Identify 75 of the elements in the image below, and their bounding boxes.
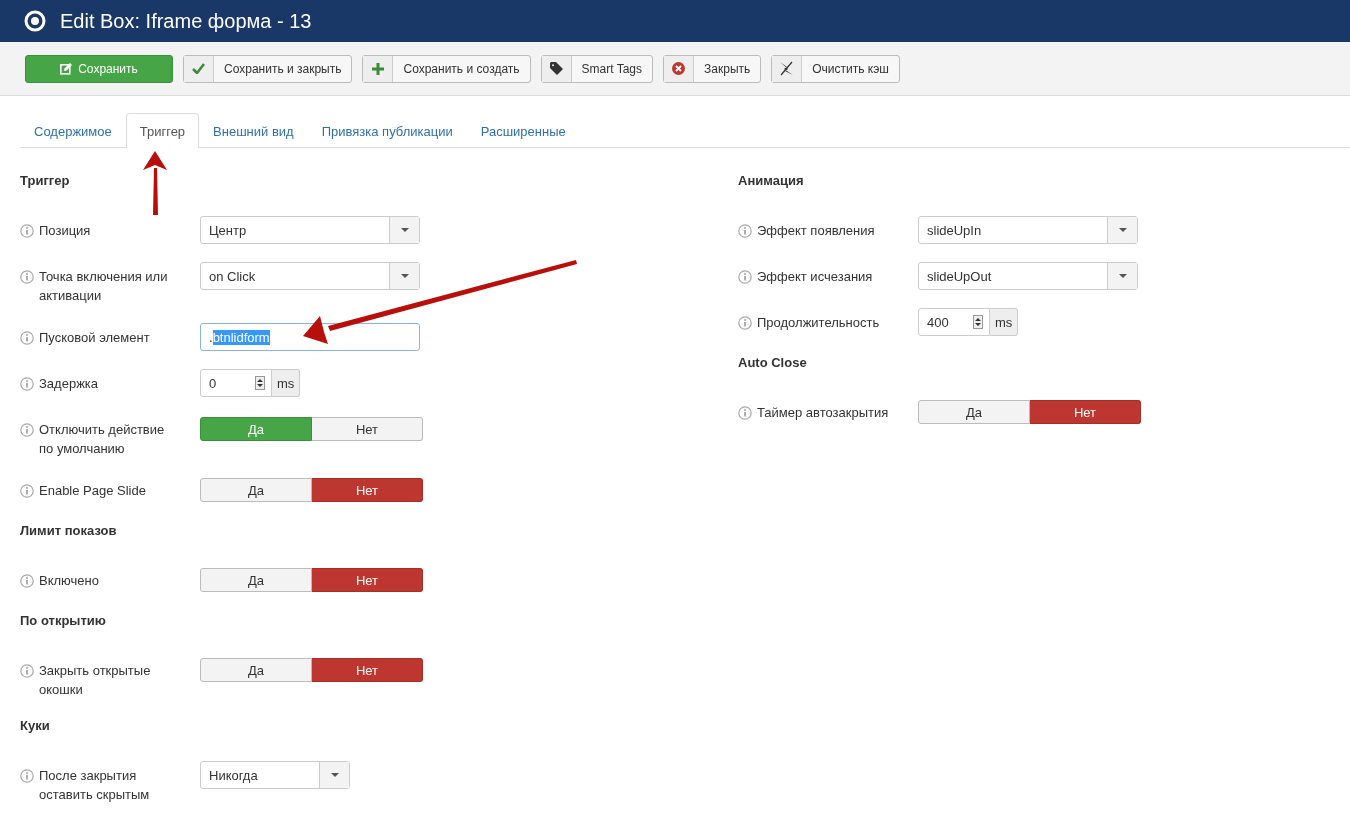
toggle-option[interactable]: Нет bbox=[312, 478, 423, 502]
field-label: Эффект появления bbox=[757, 222, 876, 240]
dropdown[interactable]: on Click bbox=[200, 262, 420, 290]
dropdown[interactable]: Центр bbox=[200, 216, 420, 244]
annotation-arrow bbox=[143, 151, 167, 215]
info-icon bbox=[20, 483, 34, 498]
info-icon bbox=[20, 573, 34, 588]
check-icon bbox=[192, 63, 205, 74]
field-label: Позиция bbox=[39, 222, 92, 240]
unit-label: ms bbox=[272, 369, 301, 397]
section-heading: Auto Close bbox=[738, 354, 808, 372]
field-label: Таймер автозакрытия bbox=[757, 404, 890, 422]
plus-icon bbox=[372, 62, 384, 75]
toggle-option[interactable]: Да bbox=[200, 568, 312, 592]
section-heading: Триггер bbox=[20, 172, 71, 190]
close-icon bbox=[672, 62, 686, 75]
toolbar-button[interactable]: Сохранить и создать bbox=[362, 54, 531, 83]
unit-label: ms bbox=[990, 308, 1019, 336]
section-heading: По открытию bbox=[20, 612, 107, 630]
info-icon bbox=[20, 768, 34, 783]
info-icon bbox=[20, 422, 34, 437]
section-heading: Лимит показов bbox=[20, 522, 118, 540]
toggle-option[interactable]: Да bbox=[200, 658, 312, 682]
field-label: Enable Page Slide bbox=[39, 482, 147, 500]
caret-icon bbox=[400, 228, 409, 232]
spinner-icon bbox=[973, 315, 983, 329]
info-icon bbox=[738, 269, 752, 284]
field-label: Отключить действие по умолчанию bbox=[39, 421, 166, 458]
tab[interactable]: Триггер bbox=[125, 113, 200, 148]
spinner-icon bbox=[255, 376, 265, 390]
field-label: После закрытия оставить скрытым bbox=[39, 767, 151, 804]
toggle-option[interactable]: Нет bbox=[1030, 400, 1141, 424]
page-title: Edit Box: Iframe форма - 13 bbox=[60, 9, 312, 33]
toggle-option[interactable]: Да bbox=[200, 478, 312, 502]
field-label: Включено bbox=[39, 572, 100, 590]
toolbar-button[interactable]: Сохранить и закрыть bbox=[183, 54, 353, 83]
tab[interactable]: Внешний вид bbox=[199, 114, 308, 148]
info-icon bbox=[20, 663, 34, 678]
caret-icon bbox=[1118, 228, 1127, 232]
section-heading: Анимация bbox=[738, 172, 805, 190]
dropdown[interactable]: slideUpIn bbox=[918, 216, 1138, 244]
info-icon bbox=[738, 223, 752, 238]
info-icon bbox=[20, 269, 34, 284]
caret-icon bbox=[400, 274, 409, 278]
toggle-option[interactable]: Нет bbox=[312, 568, 423, 592]
field-label: Продолжительность bbox=[757, 314, 881, 332]
info-icon bbox=[20, 330, 34, 345]
number-field[interactable]: 0 bbox=[200, 369, 272, 397]
toggle-option[interactable]: Нет bbox=[312, 417, 423, 441]
field-label: Точка включения или активации bbox=[39, 268, 169, 305]
toggle-option[interactable]: Да bbox=[918, 400, 1030, 424]
tab[interactable]: Привязка публикации bbox=[307, 114, 467, 148]
dropdown[interactable]: Никогда bbox=[200, 761, 350, 789]
tag-icon bbox=[549, 62, 563, 75]
dropdown[interactable]: slideUpOut bbox=[918, 262, 1138, 290]
field-label: Задержка bbox=[39, 375, 100, 393]
field-label: Эффект исчезания bbox=[757, 268, 874, 286]
edit-icon bbox=[60, 62, 73, 75]
info-icon bbox=[738, 315, 752, 330]
toolbar-button[interactable]: Smart Tags bbox=[540, 54, 654, 83]
info-icon bbox=[20, 223, 34, 238]
info-icon bbox=[738, 405, 752, 420]
tab[interactable]: Содержимое bbox=[20, 114, 126, 148]
number-field[interactable]: 400 bbox=[918, 308, 990, 336]
info-icon bbox=[20, 376, 34, 391]
toolbar-button[interactable]: Закрыть bbox=[663, 54, 762, 83]
field-label: Пусковой элемент bbox=[39, 329, 151, 347]
toolbar-button[interactable]: Очистить кэш bbox=[771, 54, 900, 83]
target-icon bbox=[24, 10, 46, 32]
section-heading: Куки bbox=[20, 717, 51, 735]
caret-icon bbox=[330, 773, 339, 777]
toggle-option[interactable]: Нет bbox=[312, 658, 423, 682]
tab[interactable]: Расширенные bbox=[466, 114, 580, 148]
field-label: Закрыть открытые окошки bbox=[39, 662, 152, 699]
caret-icon bbox=[1118, 274, 1127, 278]
